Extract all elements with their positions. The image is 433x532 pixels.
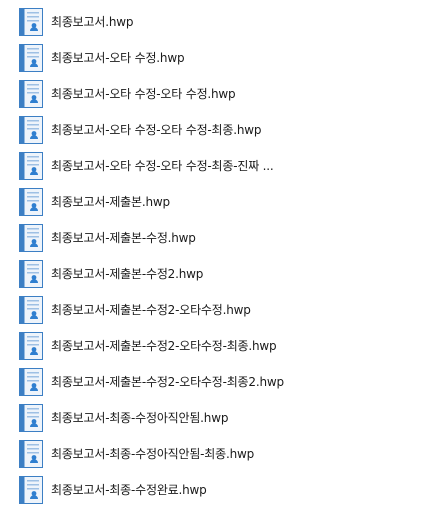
file-item[interactable]: 최종보고서-제출본-수정2-오타수정-최종.hwp — [19, 332, 319, 360]
file-item[interactable]: 최종보고서-최종-수정아직안됨-최종.hwp — [19, 440, 319, 468]
file-item[interactable]: 최종보고서-최종-수정아직안됨.hwp — [19, 404, 319, 432]
file-list: 최종보고서.hwp 최종보고서-오타 수정.hwp 최종보고서-오타 수정-오타… — [0, 0, 433, 532]
hwp-document-icon — [19, 260, 43, 288]
file-name: 최종보고서-제출본-수정2.hwp — [51, 267, 204, 281]
hwp-document-icon — [19, 404, 43, 432]
hwp-document-icon — [19, 80, 43, 108]
file-name: 최종보고서-최종-수정아직안됨-최종.hwp — [51, 447, 255, 461]
file-item[interactable]: 최종보고서-오타 수정.hwp — [19, 44, 319, 72]
hwp-document-icon — [19, 476, 43, 504]
file-name: 최종보고서-오타 수정-오타 수정.hwp — [51, 87, 236, 101]
hwp-document-icon — [19, 332, 43, 360]
file-name: 최종보고서-제출본-수정.hwp — [51, 231, 196, 245]
file-item[interactable]: 최종보고서-제출본-수정2-오타수정.hwp — [19, 296, 319, 324]
file-name: 최종보고서.hwp — [51, 15, 134, 29]
file-name: 최종보고서-오타 수정.hwp — [51, 51, 185, 65]
file-item[interactable]: 최종보고서-제출본.hwp — [19, 188, 319, 216]
file-name: 최종보고서-제출본-수정2-오타수정.hwp — [51, 303, 251, 317]
file-item[interactable]: 최종보고서-오타 수정-오타 수정-최종-진짜 ... — [19, 152, 319, 180]
file-name: 최종보고서-오타 수정-오타 수정-최종.hwp — [51, 123, 262, 137]
hwp-document-icon — [19, 44, 43, 72]
file-name: 최종보고서-오타 수정-오타 수정-최종-진짜 ... — [51, 159, 274, 173]
file-item[interactable]: 최종보고서-제출본-수정2.hwp — [19, 260, 319, 288]
file-item[interactable]: 최종보고서-제출본-수정.hwp — [19, 224, 319, 252]
file-item[interactable]: 최종보고서.hwp — [19, 8, 319, 36]
hwp-document-icon — [19, 224, 43, 252]
hwp-document-icon — [19, 368, 43, 396]
file-item[interactable]: 최종보고서-오타 수정-오타 수정-최종.hwp — [19, 116, 319, 144]
file-name: 최종보고서-제출본.hwp — [51, 195, 170, 209]
file-item[interactable]: 최종보고서-최종-수정완료.hwp — [19, 476, 319, 504]
hwp-document-icon — [19, 440, 43, 468]
file-item[interactable]: 최종보고서-제출본-수정2-오타수정-최종2.hwp — [19, 368, 319, 396]
file-name: 최종보고서-제출본-수정2-오타수정-최종2.hwp — [51, 375, 284, 389]
hwp-document-icon — [19, 116, 43, 144]
hwp-document-icon — [19, 188, 43, 216]
hwp-document-icon — [19, 152, 43, 180]
file-name: 최종보고서-제출본-수정2-오타수정-최종.hwp — [51, 339, 277, 353]
file-name: 최종보고서-최종-수정완료.hwp — [51, 483, 207, 497]
hwp-document-icon — [19, 8, 43, 36]
hwp-document-icon — [19, 296, 43, 324]
file-item[interactable]: 최종보고서-오타 수정-오타 수정.hwp — [19, 80, 319, 108]
file-name: 최종보고서-최종-수정아직안됨.hwp — [51, 411, 229, 425]
